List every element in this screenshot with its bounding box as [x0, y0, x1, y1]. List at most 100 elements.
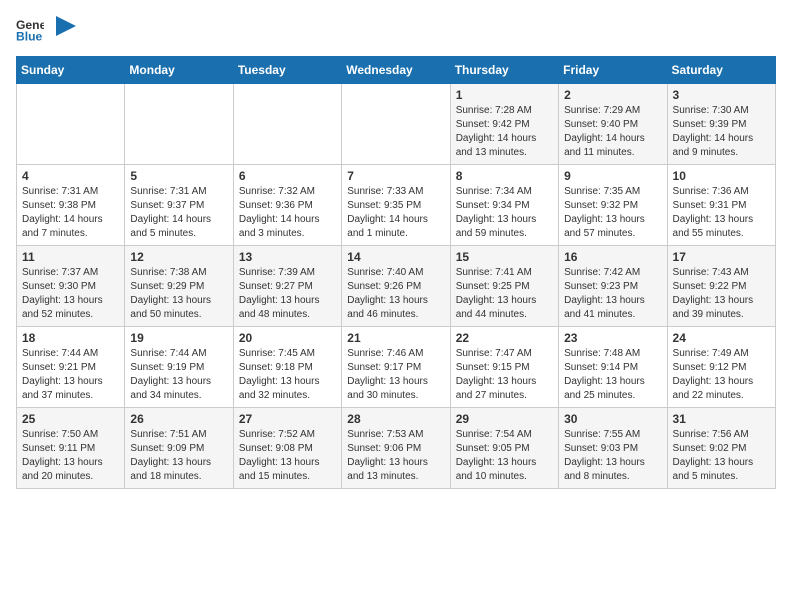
day-info: Sunrise: 7:42 AM Sunset: 9:23 PM Dayligh… — [564, 266, 661, 322]
day-number: 5 — [130, 169, 227, 183]
day-of-week-thursday: Thursday — [450, 57, 558, 84]
day-info: Sunrise: 7:45 AM Sunset: 9:18 PM Dayligh… — [239, 347, 336, 403]
day-info: Sunrise: 7:54 AM Sunset: 9:05 PM Dayligh… — [456, 428, 553, 484]
calendar-cell: 27Sunrise: 7:52 AM Sunset: 9:08 PM Dayli… — [233, 408, 341, 489]
day-info: Sunrise: 7:33 AM Sunset: 9:35 PM Dayligh… — [347, 185, 444, 241]
day-number: 21 — [347, 331, 444, 345]
day-info: Sunrise: 7:40 AM Sunset: 9:26 PM Dayligh… — [347, 266, 444, 322]
calendar-cell: 10 Sunrise: 7:36 AM Sunset: 9:31 PM Dayli… — [667, 165, 775, 246]
day-info: Sunrise: 7:47 AM Sunset: 9:15 PM Dayligh… — [456, 347, 553, 403]
day-number: 25 — [22, 412, 119, 426]
day-info: Sunrise: 7:31 AM Sunset: 9:38 PM Dayligh… — [22, 185, 119, 241]
day-info: Sunrise: 7:30 AM Sunset: 9:39 PM Dayligh… — [673, 104, 770, 160]
calendar-week-2: 4 Sunrise: 7:31 AM Sunset: 9:38 PM Daylig… — [17, 165, 776, 246]
calendar-cell: 14Sunrise: 7:40 AM Sunset: 9:26 PM Dayli… — [342, 246, 450, 327]
calendar-cell: 4 Sunrise: 7:31 AM Sunset: 9:38 PM Daylig… — [17, 165, 125, 246]
day-number: 13 — [239, 250, 336, 264]
day-info: Sunrise: 7:46 AM Sunset: 9:17 PM Dayligh… — [347, 347, 444, 403]
calendar: SundayMondayTuesdayWednesdayThursdayFrid… — [16, 56, 776, 489]
svg-text:Blue: Blue — [16, 29, 43, 43]
day-of-week-monday: Monday — [125, 57, 233, 84]
day-info: Sunrise: 7:51 AM Sunset: 9:09 PM Dayligh… — [130, 428, 227, 484]
day-info: Sunrise: 7:29 AM Sunset: 9:40 PM Dayligh… — [564, 104, 661, 160]
calendar-cell: 6 Sunrise: 7:32 AM Sunset: 9:36 PM Daylig… — [233, 165, 341, 246]
calendar-cell — [342, 84, 450, 165]
day-number: 23 — [564, 331, 661, 345]
day-number: 4 — [22, 169, 119, 183]
day-number: 12 — [130, 250, 227, 264]
calendar-cell: 21 Sunrise: 7:46 AM Sunset: 9:17 PM Dayli… — [342, 327, 450, 408]
day-number: 29 — [456, 412, 553, 426]
calendar-cell: 28Sunrise: 7:53 AM Sunset: 9:06 PM Dayli… — [342, 408, 450, 489]
day-number: 22 — [456, 331, 553, 345]
calendar-cell: 31 Sunrise: 7:56 AM Sunset: 9:02 PM Dayli… — [667, 408, 775, 489]
calendar-cell: 20 Sunrise: 7:45 AM Sunset: 9:18 PM Dayli… — [233, 327, 341, 408]
day-number: 3 — [673, 88, 770, 102]
calendar-week-4: 18 Sunrise: 7:44 AM Sunset: 9:21 PM Dayli… — [17, 327, 776, 408]
calendar-cell — [125, 84, 233, 165]
calendar-cell: 16 Sunrise: 7:42 AM Sunset: 9:23 PM Dayli… — [559, 246, 667, 327]
day-info: Sunrise: 7:50 AM Sunset: 9:11 PM Dayligh… — [22, 428, 119, 484]
day-info: Sunrise: 7:38 AM Sunset: 9:29 PM Dayligh… — [130, 266, 227, 322]
calendar-cell: 17Sunrise: 7:43 AM Sunset: 9:22 PM Dayli… — [667, 246, 775, 327]
calendar-week-5: 25 Sunrise: 7:50 AM Sunset: 9:11 PM Dayli… — [17, 408, 776, 489]
day-of-week-friday: Friday — [559, 57, 667, 84]
calendar-cell: 7 Sunrise: 7:33 AM Sunset: 9:35 PM Daylig… — [342, 165, 450, 246]
day-info: Sunrise: 7:48 AM Sunset: 9:14 PM Dayligh… — [564, 347, 661, 403]
day-info: Sunrise: 7:35 AM Sunset: 9:32 PM Dayligh… — [564, 185, 661, 241]
day-number: 20 — [239, 331, 336, 345]
day-info: Sunrise: 7:31 AM Sunset: 9:37 PM Dayligh… — [130, 185, 227, 241]
day-number: 2 — [564, 88, 661, 102]
day-number: 10 — [673, 169, 770, 183]
calendar-cell: 18 Sunrise: 7:44 AM Sunset: 9:21 PM Dayli… — [17, 327, 125, 408]
day-number: 9 — [564, 169, 661, 183]
day-number: 24 — [673, 331, 770, 345]
day-info: Sunrise: 7:56 AM Sunset: 9:02 PM Dayligh… — [673, 428, 770, 484]
day-info: Sunrise: 7:55 AM Sunset: 9:03 PM Dayligh… — [564, 428, 661, 484]
calendar-cell: 13Sunrise: 7:39 AM Sunset: 9:27 PM Dayli… — [233, 246, 341, 327]
day-number: 11 — [22, 250, 119, 264]
calendar-week-3: 11 Sunrise: 7:37 AM Sunset: 9:30 PM Dayli… — [17, 246, 776, 327]
day-number: 30 — [564, 412, 661, 426]
day-number: 7 — [347, 169, 444, 183]
logo: General Blue — [16, 16, 76, 44]
calendar-cell: 30 Sunrise: 7:55 AM Sunset: 9:03 PM Dayli… — [559, 408, 667, 489]
calendar-week-1: 1Sunrise: 7:28 AM Sunset: 9:42 PM Daylig… — [17, 84, 776, 165]
day-info: Sunrise: 7:43 AM Sunset: 9:22 PM Dayligh… — [673, 266, 770, 322]
day-number: 15 — [456, 250, 553, 264]
day-number: 27 — [239, 412, 336, 426]
calendar-cell: 2 Sunrise: 7:29 AM Sunset: 9:40 PM Daylig… — [559, 84, 667, 165]
calendar-cell: 22 Sunrise: 7:47 AM Sunset: 9:15 PM Dayli… — [450, 327, 558, 408]
day-of-week-sunday: Sunday — [17, 57, 125, 84]
calendar-cell: 5 Sunrise: 7:31 AM Sunset: 9:37 PM Daylig… — [125, 165, 233, 246]
calendar-cell: 3 Sunrise: 7:30 AM Sunset: 9:39 PM Daylig… — [667, 84, 775, 165]
calendar-cell: 29 Sunrise: 7:54 AM Sunset: 9:05 PM Dayli… — [450, 408, 558, 489]
calendar-cell: 25 Sunrise: 7:50 AM Sunset: 9:11 PM Dayli… — [17, 408, 125, 489]
day-number: 19 — [130, 331, 227, 345]
day-of-week-wednesday: Wednesday — [342, 57, 450, 84]
calendar-header-row: SundayMondayTuesdayWednesdayThursdayFrid… — [17, 57, 776, 84]
day-number: 18 — [22, 331, 119, 345]
calendar-cell: 23 Sunrise: 7:48 AM Sunset: 9:14 PM Dayli… — [559, 327, 667, 408]
calendar-cell: 24 Sunrise: 7:49 AM Sunset: 9:12 PM Dayli… — [667, 327, 775, 408]
calendar-cell: 15Sunrise: 7:41 AM Sunset: 9:25 PM Dayli… — [450, 246, 558, 327]
day-number: 16 — [564, 250, 661, 264]
calendar-cell: 9 Sunrise: 7:35 AM Sunset: 9:32 PM Daylig… — [559, 165, 667, 246]
day-info: Sunrise: 7:36 AM Sunset: 9:31 PM Dayligh… — [673, 185, 770, 241]
day-info: Sunrise: 7:32 AM Sunset: 9:36 PM Dayligh… — [239, 185, 336, 241]
day-number: 8 — [456, 169, 553, 183]
day-info: Sunrise: 7:28 AM Sunset: 9:42 PM Dayligh… — [456, 104, 553, 160]
day-info: Sunrise: 7:49 AM Sunset: 9:12 PM Dayligh… — [673, 347, 770, 403]
day-info: Sunrise: 7:44 AM Sunset: 9:21 PM Dayligh… — [22, 347, 119, 403]
calendar-cell: 19 Sunrise: 7:44 AM Sunset: 9:19 PM Dayli… — [125, 327, 233, 408]
calendar-cell: 8Sunrise: 7:34 AM Sunset: 9:34 PM Daylig… — [450, 165, 558, 246]
calendar-cell: 26Sunrise: 7:51 AM Sunset: 9:09 PM Dayli… — [125, 408, 233, 489]
logo-icon: General Blue — [16, 16, 44, 44]
calendar-cell — [17, 84, 125, 165]
day-number: 31 — [673, 412, 770, 426]
header: General Blue — [16, 16, 776, 44]
day-of-week-tuesday: Tuesday — [233, 57, 341, 84]
day-info: Sunrise: 7:37 AM Sunset: 9:30 PM Dayligh… — [22, 266, 119, 322]
day-number: 6 — [239, 169, 336, 183]
day-info: Sunrise: 7:44 AM Sunset: 9:19 PM Dayligh… — [130, 347, 227, 403]
